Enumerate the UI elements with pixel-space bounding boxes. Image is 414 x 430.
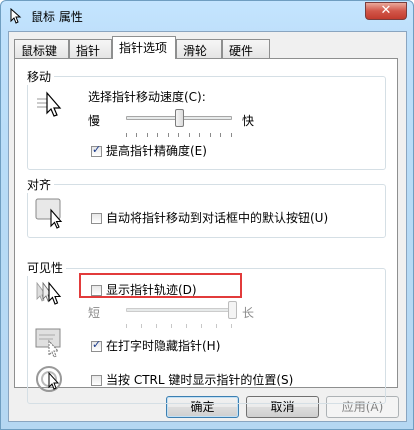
tab-hardware[interactable]: 硬件 — [222, 39, 270, 59]
speed-label: 选择指针移动速度(C): — [88, 90, 206, 104]
trails-slider-thumb — [227, 301, 237, 319]
show-location-ctrl-icon — [36, 366, 62, 392]
mouse-properties-window: 鼠标 属性 ✕ 鼠标键 指针 指针选项 滑轮 硬件 移动 选择指针移动速度(C)… — [0, 0, 414, 430]
short-label: 短 — [88, 306, 101, 320]
snap-to-default-label[interactable]: 自动将指针移动到对话框中的默认按钮(U) — [106, 209, 328, 226]
mouse-icon — [10, 8, 22, 24]
enhance-precision-label[interactable]: 提高指针精确度(E) — [106, 142, 207, 159]
tab-pointers[interactable]: 指针 — [69, 39, 112, 59]
close-button[interactable]: ✕ — [365, 2, 407, 20]
snap-to-button-icon — [35, 198, 63, 229]
hide-while-typing-checkbox[interactable] — [91, 338, 102, 352]
visibility-group-title: 可见性 — [24, 259, 67, 276]
trails-slider-track — [126, 308, 232, 312]
show-location-ctrl-checkbox[interactable] — [91, 375, 102, 386]
slow-label: 慢 — [88, 114, 101, 128]
snap-to-default-checkbox[interactable] — [91, 213, 102, 224]
pointer-options-panel: 移动 选择指针移动速度(C): 慢 快 提高指针精确度(E) 对齐 — [14, 58, 398, 404]
enhance-precision-checkbox[interactable] — [91, 143, 102, 157]
tab-pointer-options[interactable]: 指针选项 — [112, 36, 176, 59]
fast-label: 快 — [242, 114, 255, 128]
window-title: 鼠标 属性 — [31, 10, 83, 24]
tab-wheel[interactable]: 滑轮 — [176, 39, 222, 59]
close-icon: ✕ — [380, 3, 392, 18]
tab-buttons[interactable]: 鼠标键 — [14, 39, 69, 59]
dialog-client: 鼠标键 指针 指针选项 滑轮 硬件 移动 选择指针移动速度(C): 慢 快 提高… — [8, 31, 407, 422]
show-location-ctrl-label[interactable]: 当按 CTRL 键时显示指针的位置(S) — [106, 371, 293, 388]
title-bar[interactable]: 鼠标 属性 ✕ — [1, 1, 413, 31]
speed-slider-thumb[interactable] — [174, 109, 184, 127]
pointer-trails-icon — [36, 281, 62, 305]
speed-slider-ticks — [126, 133, 232, 137]
hide-while-typing-label[interactable]: 在打字时隐藏指针(H) — [106, 337, 220, 354]
highlight-box — [79, 273, 242, 298]
hide-while-typing-icon — [35, 328, 61, 358]
snap-group-title: 对齐 — [24, 176, 55, 193]
long-label: 长 — [242, 306, 255, 320]
pointer-speed-icon — [37, 91, 62, 117]
trails-slider-ticks — [126, 324, 232, 328]
motion-group-title: 移动 — [24, 68, 55, 85]
